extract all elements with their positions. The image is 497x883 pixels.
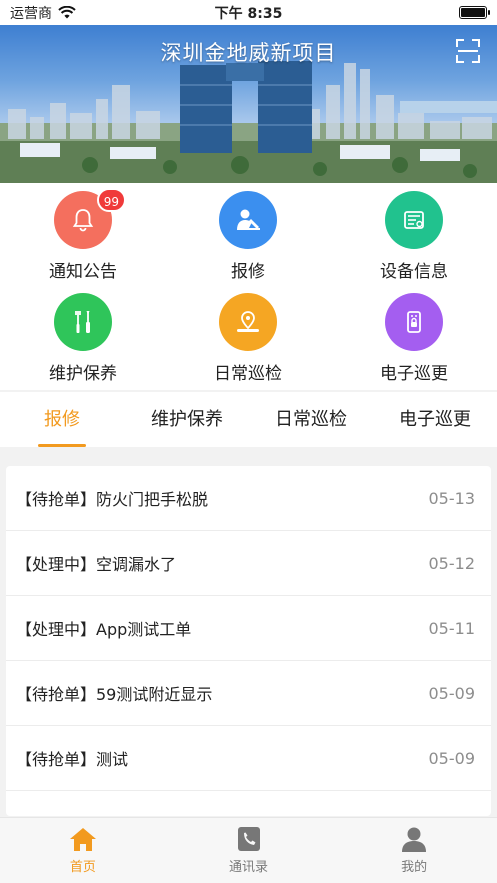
work-order-date: 05-13: [428, 488, 476, 508]
list-item[interactable]: 【处理中】App测试工单 05-11: [6, 596, 491, 661]
menu-daily-inspection-circle: [219, 293, 277, 351]
wifi-icon: [58, 6, 76, 19]
carrier-label: 运营商: [10, 5, 52, 22]
tab-daily-inspection[interactable]: 日常巡检: [256, 392, 366, 447]
menu-daily-inspection[interactable]: 日常巡检: [188, 293, 308, 384]
project-banner: 深圳金地威新项目: [0, 25, 497, 183]
menu-label: 设备信息: [380, 262, 448, 282]
list-item[interactable]: 【处理中】空调漏水了 05-12: [6, 531, 491, 596]
work-order-title: 【待抢单】测试: [16, 750, 129, 769]
menu-notices-circle: 99: [54, 188, 126, 249]
project-title: 深圳金地威新项目: [160, 41, 337, 65]
menu-notices[interactable]: 99 通知公告: [23, 188, 143, 282]
status-left: 运营商: [10, 3, 76, 23]
menu-e-patrol-circle: [385, 293, 443, 351]
bottom-nav: 首页 通讯录 我的: [0, 817, 497, 883]
profile-icon: [402, 827, 427, 852]
menu-label: 电子巡更: [380, 364, 448, 384]
nav-profile[interactable]: 我的: [331, 818, 497, 883]
menu-label: 维护保养: [49, 364, 117, 384]
menu-label: 日常巡检: [214, 364, 282, 384]
menu-maintenance[interactable]: 维护保养: [23, 293, 143, 384]
tab-e-patrol[interactable]: 电子巡更: [380, 392, 490, 447]
work-order-date: 05-09: [428, 748, 476, 768]
list-item[interactable]: 【待抢单】防火门把手松脱 05-13: [6, 466, 491, 531]
work-order-date: 05-12: [428, 553, 476, 573]
work-order-title: 【处理中】App测试工单: [16, 620, 192, 639]
nav-home[interactable]: 首页: [0, 818, 166, 883]
device-list-icon: [404, 211, 424, 229]
work-order-date: 05-11: [428, 618, 476, 638]
battery-icon: [459, 6, 490, 19]
patrol-device-icon: [407, 311, 421, 333]
work-order-date: 05-09: [428, 683, 476, 703]
menu-device-info[interactable]: 设备信息: [354, 191, 474, 282]
menu-label: 通知公告: [49, 262, 117, 282]
active-tab-indicator: [38, 444, 86, 447]
repair-person-icon: [237, 209, 260, 230]
category-tabs: 报修 维护保养 日常巡检 电子巡更: [0, 392, 497, 447]
work-order-title: 【待抢单】59测试附近显示: [16, 685, 213, 704]
location-pin-icon: [237, 311, 259, 332]
menu-maintenance-circle: [54, 293, 112, 351]
work-order-list: 【待抢单】防火门把手松脱 05-13 【处理中】空调漏水了 05-12 【处理中…: [6, 466, 491, 816]
quick-menu: 99 通知公告 报修 设备信息 维护保养 日常巡检 电子巡更: [0, 183, 497, 390]
menu-repair[interactable]: 报修: [188, 191, 308, 282]
nav-contacts[interactable]: 通讯录: [166, 818, 332, 883]
tab-maintenance[interactable]: 维护保养: [132, 392, 242, 447]
scan-icon[interactable]: [456, 39, 480, 63]
tab-repair[interactable]: 报修: [22, 392, 102, 447]
work-order-title: 【处理中】空调漏水了: [16, 555, 177, 574]
menu-e-patrol[interactable]: 电子巡更: [354, 293, 474, 384]
list-item[interactable]: 【待抢单】59测试附近显示 05-09: [6, 661, 491, 726]
list-item[interactable]: 【待抢单】测试 05-09: [6, 726, 491, 791]
nav-label: 通讯录: [229, 860, 269, 875]
nav-label: 我的: [401, 860, 428, 875]
tools-icon: [75, 311, 90, 333]
menu-label: 报修: [231, 262, 265, 282]
phone-book-icon: [237, 827, 260, 851]
home-icon: [69, 828, 96, 851]
bell-icon: [72, 209, 94, 232]
status-bar: 运营商 下午 8:35: [0, 0, 497, 25]
menu-device-info-circle: [385, 191, 443, 249]
nav-label: 首页: [69, 860, 96, 875]
work-order-title: 【待抢单】防火门把手松脱: [16, 490, 209, 509]
notice-count-badge: 99: [96, 188, 126, 212]
menu-repair-circle: [219, 191, 277, 249]
